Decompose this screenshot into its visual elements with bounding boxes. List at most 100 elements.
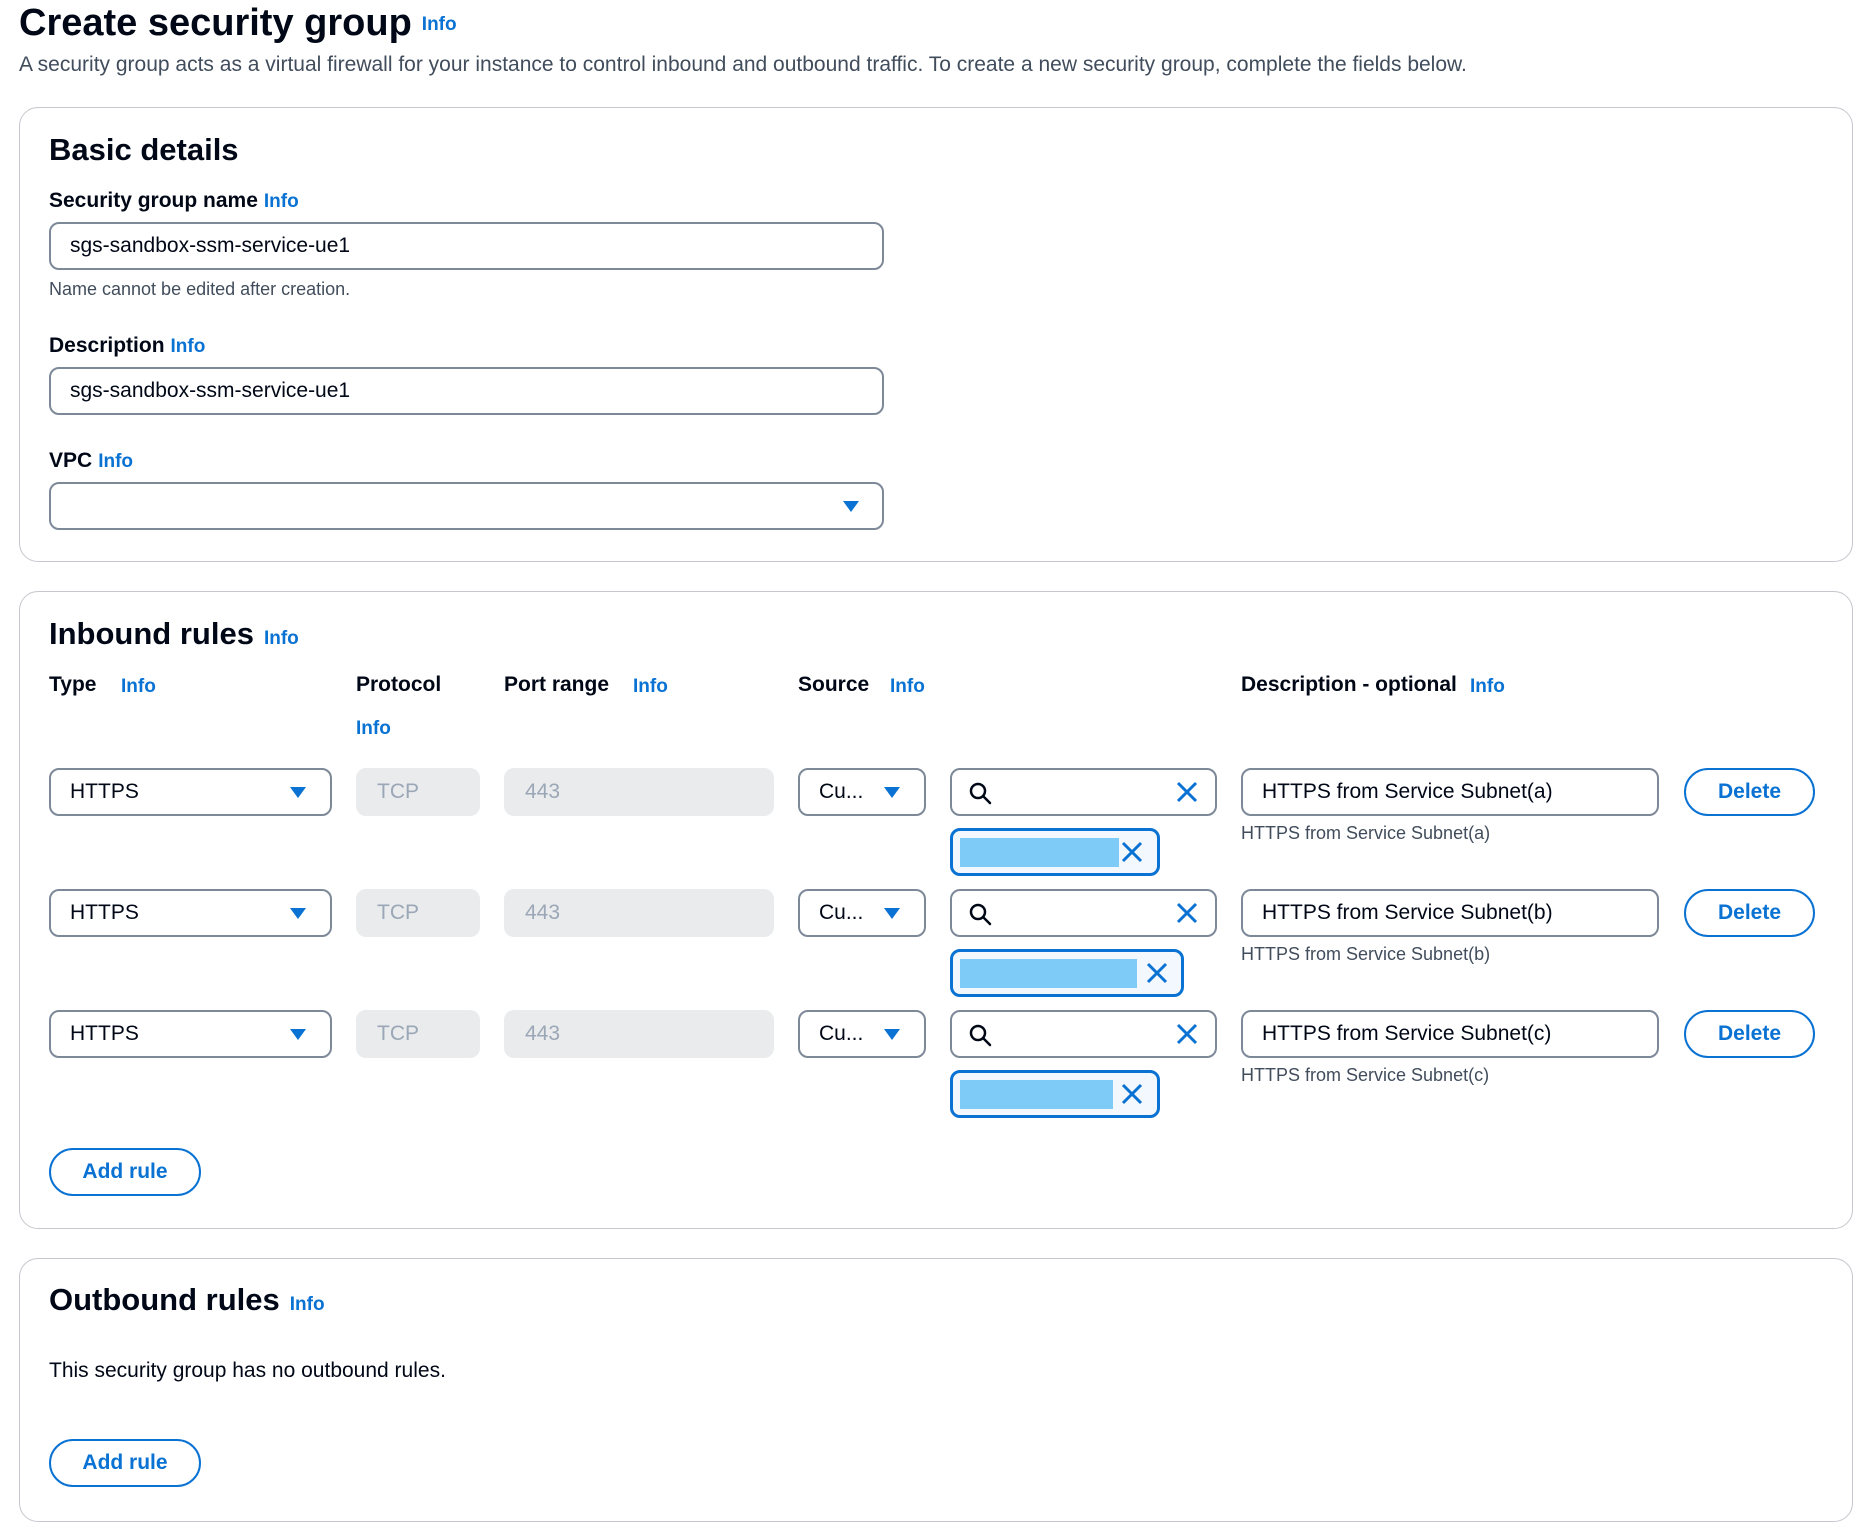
rule-type-value: HTTPS [70,780,139,803]
delete-rule-label: Delete [1717,1022,1782,1045]
rule-protocol-value: TCP [377,901,419,924]
description-label-text: Description [49,334,165,357]
rule-source-type-select[interactable]: Cu... [798,1010,926,1058]
column-header-port-range-text: Port range [504,673,610,696]
vpc-info-link[interactable]: Info [98,451,133,472]
rule-port-range-field: 443 [504,768,774,816]
caret-down-icon [884,1029,900,1040]
security-group-name-hint: Name cannot be edited after creation. [49,279,351,299]
close-icon[interactable] [1121,841,1143,863]
type-info-link[interactable]: Info [121,676,156,698]
search-icon [969,903,992,926]
rule-source-type-value: Cu... [819,901,864,924]
description-column-info-link[interactable]: Info [1470,676,1505,698]
outbound-rules-title-text: Outbound rules [49,1282,280,1317]
caret-down-icon [290,908,306,919]
rule-source-type-select[interactable]: Cu... [798,768,926,816]
rule-protocol-value: TCP [377,780,419,803]
description-input[interactable]: sgs-sandbox-ssm-service-ue1 [49,367,884,415]
caret-down-icon [843,501,859,512]
rule-port-range-field: 443 [504,889,774,937]
inbound-add-rule-button[interactable]: Add rule [49,1148,201,1196]
vpc-select[interactable] [49,482,884,530]
source-info-link[interactable]: Info [890,676,925,698]
vpc-label-text: VPC [49,449,93,472]
rule-description-input[interactable]: HTTPS from Service Subnet(a) [1241,768,1659,816]
rule-description-hint: HTTPS from Service Subnet(a) [1241,823,1491,843]
delete-rule-button[interactable]: Delete [1684,768,1815,816]
outbound-empty-text: This security group has no outbound rule… [49,1359,446,1382]
rule-description-hint: HTTPS from Service Subnet(b) [1241,944,1491,964]
caret-down-icon [290,1029,306,1040]
rule-source-token-value [960,1080,1113,1109]
column-header-protocol-text: Protocol [356,673,442,696]
column-header-source-text: Source [798,673,870,696]
rule-protocol-field: TCP [356,768,480,816]
port-range-info-link[interactable]: Info [633,676,668,698]
inbound-rules-info-link[interactable]: Info [264,628,299,649]
security-group-name-input[interactable]: sgs-sandbox-ssm-service-ue1 [49,222,884,270]
caret-down-icon [884,908,900,919]
page-info-link[interactable]: Info [422,14,457,35]
protocol-info-link[interactable]: Info [356,718,391,740]
rule-protocol-value: TCP [377,1022,419,1045]
column-header-type: Type [49,673,96,697]
basic-details-title-text: Basic details [49,132,239,167]
security-group-name-label-text: Security group name [49,189,258,212]
outbound-add-rule-button[interactable]: Add rule [49,1439,201,1487]
delete-rule-label: Delete [1717,901,1782,924]
description-info-link[interactable]: Info [171,336,206,357]
rule-type-value: HTTPS [70,1022,139,1045]
column-header-port-range: Port range [504,673,609,697]
rule-port-range-field: 443 [504,1010,774,1058]
outbound-rules-title: Outbound rules Info [49,1282,325,1318]
close-icon[interactable] [1176,902,1198,924]
close-icon[interactable] [1176,1023,1198,1045]
rule-description-input[interactable]: HTTPS from Service Subnet(b) [1241,889,1659,937]
vpc-label: VPC Info [49,449,133,473]
outbound-rules-info-link[interactable]: Info [290,1294,325,1315]
column-header-description: Description - optional [1241,673,1457,697]
rule-source-token-value [960,959,1137,988]
close-icon[interactable] [1146,962,1168,984]
rule-description-value: HTTPS from Service Subnet(c) [1262,1022,1552,1045]
description-value: sgs-sandbox-ssm-service-ue1 [70,379,351,402]
rule-description-input[interactable]: HTTPS from Service Subnet(c) [1241,1010,1659,1058]
rule-source-type-value: Cu... [819,1022,864,1045]
rule-description-hint: HTTPS from Service Subnet(c) [1241,1065,1490,1085]
page-description: A security group acts as a virtual firew… [19,53,1467,76]
delete-rule-button[interactable]: Delete [1684,889,1815,937]
inbound-rules-title: Inbound rules Info [49,616,299,652]
rule-source-type-select[interactable]: Cu... [798,889,926,937]
rule-protocol-field: TCP [356,1010,480,1058]
column-header-source: Source [798,673,869,697]
page-title: Create security group Info [19,2,457,45]
close-icon[interactable] [1176,781,1198,803]
outbound-add-rule-label: Add rule [82,1451,168,1474]
rule-source-type-value: Cu... [819,780,864,803]
rule-description-value: HTTPS from Service Subnet(a) [1262,780,1553,803]
column-header-protocol: Protocol [356,673,441,697]
security-group-name-value: sgs-sandbox-ssm-service-ue1 [70,234,351,257]
rule-port-range-value: 443 [525,780,561,803]
caret-down-icon [884,787,900,798]
basic-details-title: Basic details [49,132,239,168]
column-header-type-text: Type [49,673,97,696]
search-icon [969,782,992,805]
column-header-description-text: Description - optional [1241,673,1457,696]
caret-down-icon [290,787,306,798]
description-label: Description Info [49,334,205,358]
close-icon[interactable] [1121,1083,1143,1105]
rule-type-value: HTTPS [70,901,139,924]
delete-rule-label: Delete [1717,780,1782,803]
inbound-rules-title-text: Inbound rules [49,616,254,651]
inbound-add-rule-label: Add rule [82,1160,168,1183]
rule-source-token-value [960,838,1119,867]
rule-protocol-field: TCP [356,889,480,937]
delete-rule-button[interactable]: Delete [1684,1010,1815,1058]
rule-description-value: HTTPS from Service Subnet(b) [1262,901,1553,924]
rule-port-range-value: 443 [525,901,561,924]
search-icon [969,1024,992,1047]
security-group-name-info-link[interactable]: Info [264,191,299,212]
security-group-name-label: Security group name Info [49,189,299,213]
